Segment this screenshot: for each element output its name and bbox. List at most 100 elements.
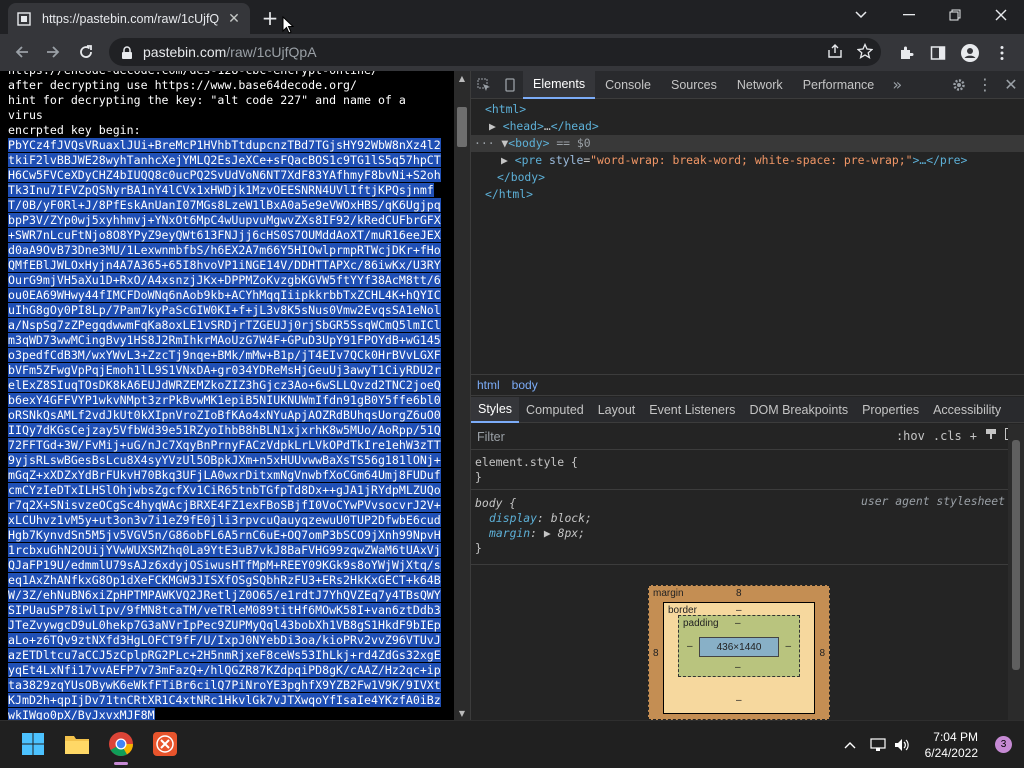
scroll-down-icon[interactable]: ▼ bbox=[454, 706, 470, 720]
dom-html-close[interactable]: </html> bbox=[485, 186, 533, 203]
minimize-icon[interactable] bbox=[894, 4, 924, 26]
page-scrollbar-thumb[interactable] bbox=[457, 107, 467, 147]
styles-scrollbar-thumb[interactable] bbox=[1012, 440, 1020, 670]
box-model-content[interactable]: 436×1440 bbox=[699, 637, 779, 657]
rule-body[interactable]: body { user agent stylesheet display: bl… bbox=[471, 490, 1009, 565]
dom-html-open[interactable]: <html> bbox=[485, 101, 526, 118]
new-tab-button[interactable]: + bbox=[258, 6, 282, 30]
expand-triangle-icon[interactable]: ▶ bbox=[489, 119, 503, 133]
tab-search-chevron-down-icon[interactable] bbox=[846, 4, 876, 26]
dom-tree: <html> ▶ <head>…</head> ··· ▼<body> == $… bbox=[471, 99, 1024, 374]
dom-head[interactable]: ▶ <head>…</head> bbox=[489, 118, 599, 135]
styles-filter-input[interactable]: Filter :hov .cls + bbox=[471, 424, 1024, 450]
mouse-cursor-icon bbox=[282, 16, 294, 34]
lock-icon[interactable] bbox=[121, 45, 135, 59]
margin-label: margin bbox=[653, 588, 684, 599]
devtools-menu-icon[interactable]: ⋮ bbox=[972, 71, 998, 99]
tray-chevron-up-icon[interactable] bbox=[840, 735, 860, 755]
side-panel-icon[interactable] bbox=[928, 43, 948, 63]
plain-text-lines: https://encode-decode.com/des-128-cbc-en… bbox=[8, 71, 406, 137]
styles-scrollbar[interactable] bbox=[1008, 424, 1024, 720]
forward-arrow-icon[interactable] bbox=[40, 39, 66, 65]
add-rule-plus-icon[interactable]: + bbox=[970, 429, 977, 443]
windows-start-icon[interactable] bbox=[18, 729, 48, 759]
address-bar[interactable]: pastebin.com/raw/1cUjfQpA bbox=[109, 38, 881, 66]
file-explorer-folder-icon[interactable] bbox=[62, 729, 92, 759]
app-x-icon[interactable] bbox=[150, 729, 180, 759]
tab-performance[interactable]: Performance bbox=[793, 71, 885, 99]
tab-network[interactable]: Network bbox=[727, 71, 793, 99]
encrypted-key-block[interactable]: PbYCz4fJVQsVRuaxlJUi+BreMcP1HVhbTtdupcnz… bbox=[8, 138, 441, 720]
head-ellipsis: … bbox=[543, 119, 551, 133]
restore-icon[interactable] bbox=[940, 4, 970, 26]
tab-computed[interactable]: Computed bbox=[519, 397, 591, 423]
dom-body-close[interactable]: </body> bbox=[497, 169, 545, 186]
reload-icon[interactable] bbox=[73, 39, 99, 65]
volume-speaker-icon[interactable] bbox=[892, 735, 912, 755]
profile-avatar-icon[interactable] bbox=[960, 43, 980, 63]
rule-selector: element.style { bbox=[475, 455, 578, 469]
box-model-padding[interactable]: padding – – – – 436×1440 bbox=[678, 615, 800, 677]
styles-subtabs: Styles Computed Layout Event Listeners D… bbox=[471, 396, 1024, 423]
extensions-puzzle-icon[interactable] bbox=[896, 43, 916, 63]
tab-layout[interactable]: Layout bbox=[591, 397, 643, 423]
share-icon[interactable] bbox=[827, 43, 843, 63]
kebab-menu-icon[interactable] bbox=[992, 43, 1012, 63]
back-arrow-icon[interactable] bbox=[9, 39, 35, 65]
box-model-border[interactable]: border – padding – – – – 436×1440 – bbox=[663, 602, 815, 714]
notification-badge[interactable]: 3 bbox=[995, 736, 1012, 753]
tag-head: <head> bbox=[502, 119, 544, 133]
breadcrumb: html body bbox=[471, 374, 1024, 396]
collapse-triangle-icon[interactable]: ▼ bbox=[495, 136, 508, 150]
tab-styles[interactable]: Styles bbox=[471, 396, 520, 423]
active-app-indicator bbox=[114, 762, 128, 765]
filter-options: :hov .cls + bbox=[896, 428, 1017, 443]
breadcrumb-body[interactable]: body bbox=[506, 378, 544, 392]
device-toolbar-icon[interactable] bbox=[497, 71, 523, 99]
rule-element-style[interactable]: element.style { } bbox=[471, 451, 1009, 490]
close-devtools-icon[interactable]: ✕ bbox=[998, 71, 1024, 99]
expand-triangle-icon[interactable]: ▶ bbox=[501, 153, 515, 167]
browser-tab[interactable]: https://pastebin.com/raw/1cUjfQ ✕ bbox=[8, 3, 250, 34]
page-content[interactable]: https://encode-decode.com/des-128-cbc-en… bbox=[0, 71, 454, 720]
cls-toggle[interactable]: .cls bbox=[933, 429, 962, 443]
url-host: pastebin.com bbox=[143, 44, 227, 60]
breadcrumb-html[interactable]: html bbox=[471, 378, 506, 392]
prop-name: display bbox=[489, 511, 538, 525]
tab-properties[interactable]: Properties bbox=[855, 397, 926, 423]
bookmark-star-icon[interactable] bbox=[856, 42, 874, 63]
system-clock[interactable]: 7:04 PM 6/24/2022 bbox=[925, 729, 978, 761]
settings-gear-icon[interactable] bbox=[946, 71, 972, 99]
paint-brush-icon[interactable] bbox=[985, 428, 997, 443]
network-icon[interactable] bbox=[868, 735, 888, 755]
raw-text[interactable]: https://encode-decode.com/des-128-cbc-en… bbox=[0, 71, 454, 720]
inspect-element-icon[interactable] bbox=[471, 71, 497, 99]
dom-pre[interactable]: ▶ <pre style="word-wrap: break-word; whi… bbox=[501, 152, 967, 169]
box-model-margin[interactable]: margin 8 8 8 border – padding – – – – 43… bbox=[648, 585, 830, 720]
tab-elements[interactable]: Elements bbox=[523, 70, 596, 99]
devtools-panel: Elements Console Sources Network Perform… bbox=[470, 70, 1024, 720]
tab-console[interactable]: Console bbox=[595, 71, 661, 99]
rule-property[interactable]: display: block; bbox=[475, 511, 1005, 526]
close-window-icon[interactable] bbox=[986, 4, 1016, 26]
text-line: after decrypting use https://www.base64d… bbox=[8, 78, 358, 92]
hov-toggle[interactable]: :hov bbox=[896, 429, 925, 443]
page-scrollbar[interactable]: ▲ ▼ bbox=[454, 71, 470, 720]
scroll-up-icon[interactable]: ▲ bbox=[454, 71, 470, 85]
tab-dom-breakpoints[interactable]: DOM Breakpoints bbox=[742, 397, 855, 423]
rule-property[interactable]: margin: ▶ 8px; bbox=[475, 526, 1005, 541]
text-line: https://encode-decode.com/des-128-cbc-en… bbox=[8, 71, 378, 77]
chrome-browser-icon[interactable] bbox=[106, 729, 136, 765]
tab-sources[interactable]: Sources bbox=[661, 71, 727, 99]
body-eq-ref: == $0 bbox=[556, 136, 591, 150]
dom-body-selected[interactable]: ··· ▼<body> == $0 bbox=[471, 135, 1024, 152]
tab-event-listeners[interactable]: Event Listeners bbox=[642, 397, 742, 423]
tag-head-close: </head> bbox=[550, 119, 599, 133]
tab-accessibility[interactable]: Accessibility bbox=[926, 397, 1008, 423]
expand-triangle-icon[interactable]: ▶ bbox=[544, 526, 551, 540]
prop-name: margin bbox=[489, 526, 531, 540]
omnibox-actions bbox=[827, 42, 874, 63]
screen: https://pastebin.com/raw/1cUjfQ ✕ + past… bbox=[0, 0, 1024, 768]
more-tabs-chevron-icon[interactable]: » bbox=[884, 71, 910, 99]
tab-close-icon[interactable]: ✕ bbox=[226, 11, 242, 27]
